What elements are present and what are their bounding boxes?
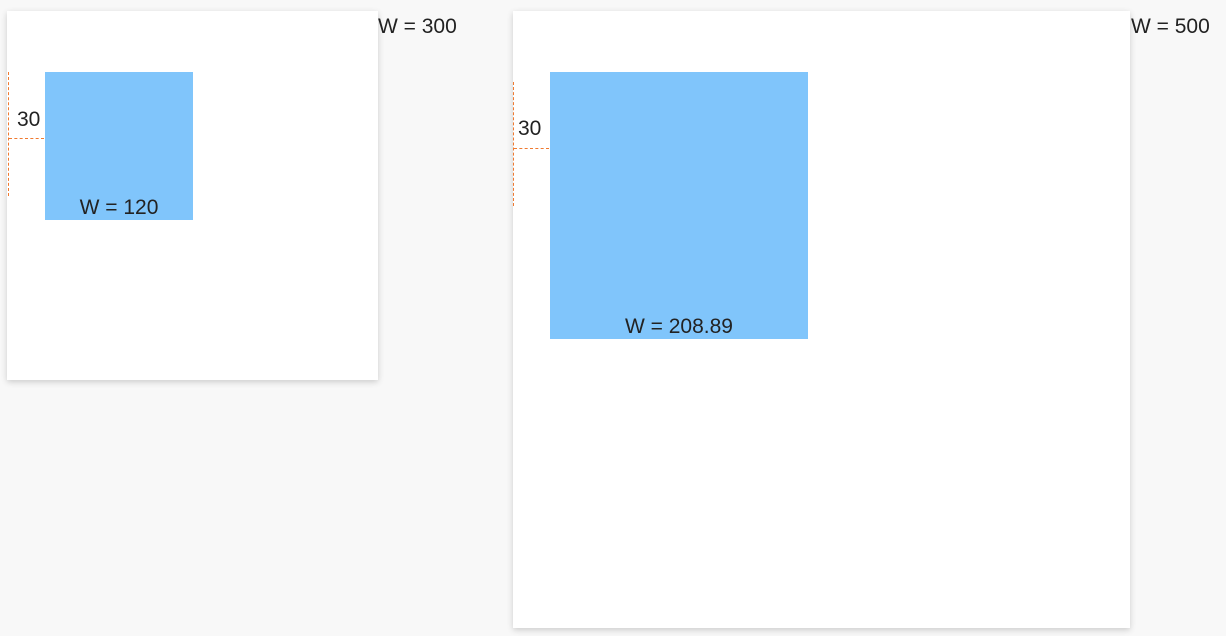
margin-guide-horizontal-1 <box>9 138 44 139</box>
box-120: W = 120 <box>45 72 193 220</box>
box-208-89-width-label: W = 208.89 <box>625 315 733 338</box>
margin-guide-horizontal-2 <box>514 148 549 149</box>
box-120-width-label: W = 120 <box>79 196 159 219</box>
margin-guide-vertical-1 <box>8 72 9 196</box>
margin-guide-vertical-2 <box>513 82 514 206</box>
frame-300-width-label: W = 300 <box>378 15 457 38</box>
box-208-89: W = 208.89 <box>550 72 808 339</box>
margin-label-2: 30 <box>518 117 542 140</box>
frame-500-width-label: W = 500 <box>1131 15 1210 38</box>
margin-label-1: 30 <box>17 108 41 131</box>
